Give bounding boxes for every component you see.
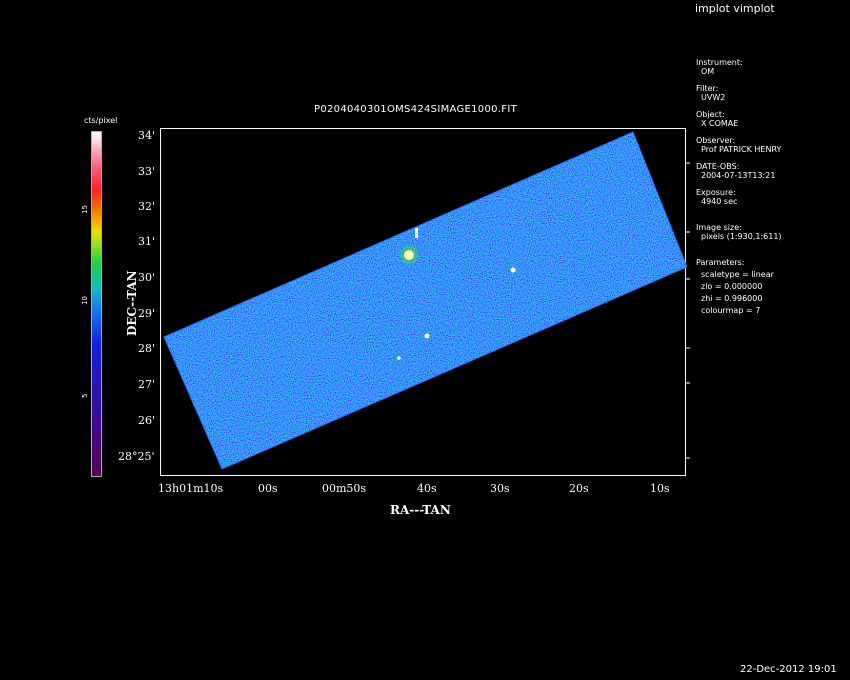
size-value: pixels (1:930,1:611) bbox=[701, 232, 782, 241]
y-tick-27: 27' bbox=[138, 378, 156, 391]
exposure-label: Exposure: bbox=[696, 188, 736, 197]
x-tick-4: 40s bbox=[417, 482, 437, 495]
y-axis-label: DEC--TAN bbox=[125, 270, 139, 336]
info-panel: Instrument: OM Filter: UVW2 Object: X CO… bbox=[696, 58, 782, 315]
x-tick-3: 00m50s bbox=[322, 482, 367, 495]
date-value: 2004-07-13T13:21 bbox=[701, 171, 776, 180]
y-tick-28: 28' bbox=[138, 342, 156, 355]
param-zlo: zlo = 0.000000 bbox=[701, 282, 763, 291]
size-label: Image size: bbox=[696, 223, 742, 232]
y-tick-25: 28°25' bbox=[118, 450, 155, 463]
timestamp: 22-Dec-2012 19:01 bbox=[740, 664, 837, 675]
x-tick-7: 10s bbox=[650, 482, 670, 495]
y-tick-32: 32' bbox=[138, 200, 156, 213]
param-colourmap: colourmap = 7 bbox=[701, 306, 761, 315]
object-value: X COMAE bbox=[701, 119, 739, 128]
y-tick-30: 30' bbox=[138, 271, 156, 284]
filter-value: UVW2 bbox=[701, 93, 726, 102]
x-tick-2: 00s bbox=[258, 482, 278, 495]
y-tick-34: 34' bbox=[138, 129, 156, 142]
y-tick-26: 26' bbox=[138, 414, 156, 427]
observer-value: Prof PATRICK HENRY bbox=[701, 145, 782, 154]
param-zhi: zhi = 0.996000 bbox=[701, 294, 763, 303]
exposure-value: 4940 sec bbox=[701, 197, 738, 206]
filter-label: Filter: bbox=[696, 84, 719, 93]
x-axis-label: RA---TAN bbox=[390, 503, 451, 517]
date-label: DATE-OBS: bbox=[696, 162, 740, 171]
y-tick-29: 29' bbox=[138, 307, 156, 320]
observer-label: Observer: bbox=[696, 136, 736, 145]
instrument-label: Instrument: bbox=[696, 58, 743, 67]
x-tick-5: 30s bbox=[490, 482, 510, 495]
instrument-value: OM bbox=[701, 67, 715, 76]
x-tick-6: 20s bbox=[569, 482, 589, 495]
object-label: Object: bbox=[696, 110, 725, 119]
x-tick-1: 13h01m10s bbox=[158, 482, 224, 495]
y-tick-31: 31' bbox=[138, 235, 156, 248]
param-scaletype: scaletype = linear bbox=[701, 270, 774, 279]
params-label: Parameters: bbox=[696, 258, 745, 267]
y-tick-33: 33' bbox=[138, 165, 156, 178]
